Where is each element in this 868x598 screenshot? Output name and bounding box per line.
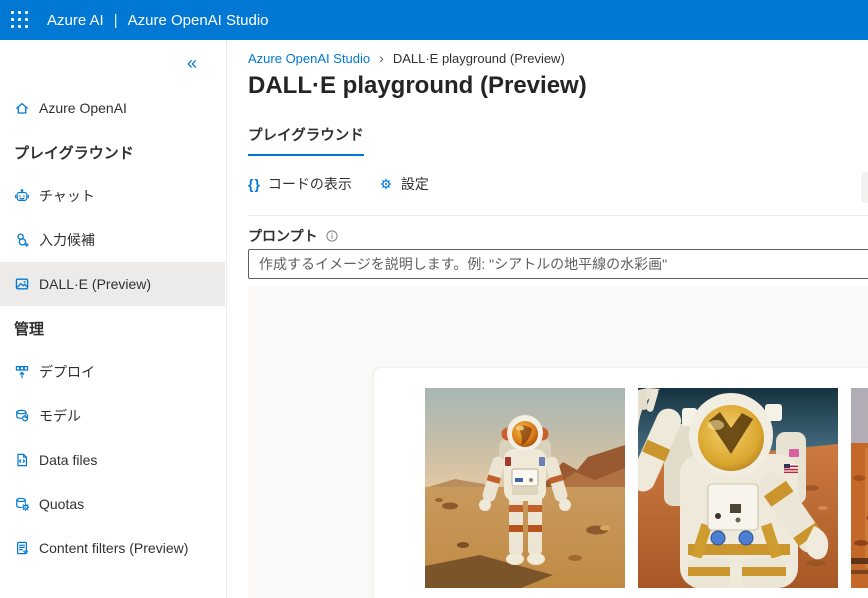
playground-toolbar: {} コードの表示 設定 <box>248 174 429 194</box>
breadcrumb: Azure OpenAI Studio › DALL·E playground … <box>248 50 565 66</box>
brand-azure-ai[interactable]: Azure AI <box>47 12 104 29</box>
sidebar-item-label: Quotas <box>39 496 85 512</box>
settings-label: 設定 <box>400 176 429 192</box>
sidebar-item-content-filters[interactable]: Content filters (Preview) <box>0 526 225 570</box>
astronaut-mars-illustration-1 <box>425 388 625 588</box>
page-title: DALL·E playground (Preview) <box>248 72 587 99</box>
sidebar-item-azure-openai[interactable]: Azure OpenAI <box>0 86 225 130</box>
generated-image-partial[interactable] <box>851 388 868 588</box>
clipped-edge-button[interactable] <box>861 172 868 203</box>
sidebar-item-chat[interactable]: チャット <box>0 174 225 218</box>
sidebar-item-label: デプロイ <box>39 364 95 380</box>
sidebar-item-label: Content filters (Preview) <box>39 540 189 556</box>
sidebar-collapse-button[interactable]: « <box>187 54 197 72</box>
generated-image-astronaut-full-body[interactable] <box>425 388 625 588</box>
astronaut-mars-illustration-2 <box>638 388 838 588</box>
main-content: Azure OpenAI Studio › DALL·E playground … <box>228 40 868 598</box>
brand-openai-studio[interactable]: Azure OpenAI Studio <box>128 12 269 29</box>
sidebar-item-label: モデル <box>39 408 81 424</box>
breadcrumb-current: DALL·E playground (Preview) <box>392 50 565 66</box>
sidebar-section-playground: プレイグラウンド <box>14 144 134 162</box>
prompt-input[interactable] <box>248 249 868 279</box>
content-filters-icon <box>16 541 29 555</box>
prompt-label-row: プロンプト <box>248 226 339 246</box>
breadcrumb-root-link[interactable]: Azure OpenAI Studio <box>248 51 370 66</box>
prompt-label: プロンプト <box>248 228 318 244</box>
sidebar-item-models[interactable]: モデル <box>0 394 225 438</box>
info-icon[interactable] <box>325 229 339 243</box>
sidebar-item-label: Azure OpenAI <box>39 100 127 116</box>
sidebar-item-label: 入力候補 <box>39 232 95 248</box>
home-icon <box>16 102 28 114</box>
completions-icon <box>17 233 29 247</box>
top-app-bar: Azure AI | Azure OpenAI Studio <box>0 0 868 40</box>
sidebar-section-manage: 管理 <box>14 320 45 338</box>
view-code-button[interactable]: {} コードの表示 <box>248 174 352 194</box>
sidebar-item-dalle[interactable]: DALL·E (Preview) <box>0 262 225 306</box>
sidebar-item-data-files[interactable]: Data files <box>0 438 225 482</box>
view-code-label: コードの表示 <box>267 176 352 192</box>
models-icon <box>16 409 29 422</box>
brand-separator: | <box>113 11 118 29</box>
dalle-playground-page: Azure AI | Azure OpenAI Studio « Azure O… <box>0 0 868 598</box>
generated-image-astronaut-closeup[interactable] <box>638 388 838 588</box>
deployments-icon <box>15 365 29 379</box>
tab-playground[interactable]: プレイグラウンド <box>248 124 364 156</box>
sidebar-item-deployments[interactable]: デプロイ <box>0 350 225 394</box>
toolbar-divider <box>248 215 868 216</box>
data-files-icon <box>17 453 27 467</box>
gear-icon <box>380 178 392 190</box>
sidebar-nav: « Azure OpenAI プレイグラウンド チャット 入力候補 DALL·E… <box>0 40 227 598</box>
settings-button[interactable]: 設定 <box>378 174 429 194</box>
sidebar-item-completions[interactable]: 入力候補 <box>0 218 225 262</box>
quotas-icon <box>16 497 30 511</box>
chat-bot-icon <box>15 189 29 202</box>
image-icon <box>15 278 29 290</box>
tab-bar: プレイグラウンド <box>248 124 364 156</box>
sidebar-item-label: Data files <box>39 452 98 468</box>
breadcrumb-separator-icon: › <box>379 50 384 66</box>
sidebar-item-label: DALL·E (Preview) <box>39 276 152 292</box>
sidebar-item-label: チャット <box>39 188 95 204</box>
app-launcher-icon[interactable] <box>11 10 30 30</box>
astronaut-mars-illustration-3 <box>851 388 868 588</box>
brand-titles: Azure AI | Azure OpenAI Studio <box>47 12 269 29</box>
sidebar-item-quotas[interactable]: Quotas <box>0 482 225 526</box>
code-braces-icon: {} <box>248 176 261 192</box>
